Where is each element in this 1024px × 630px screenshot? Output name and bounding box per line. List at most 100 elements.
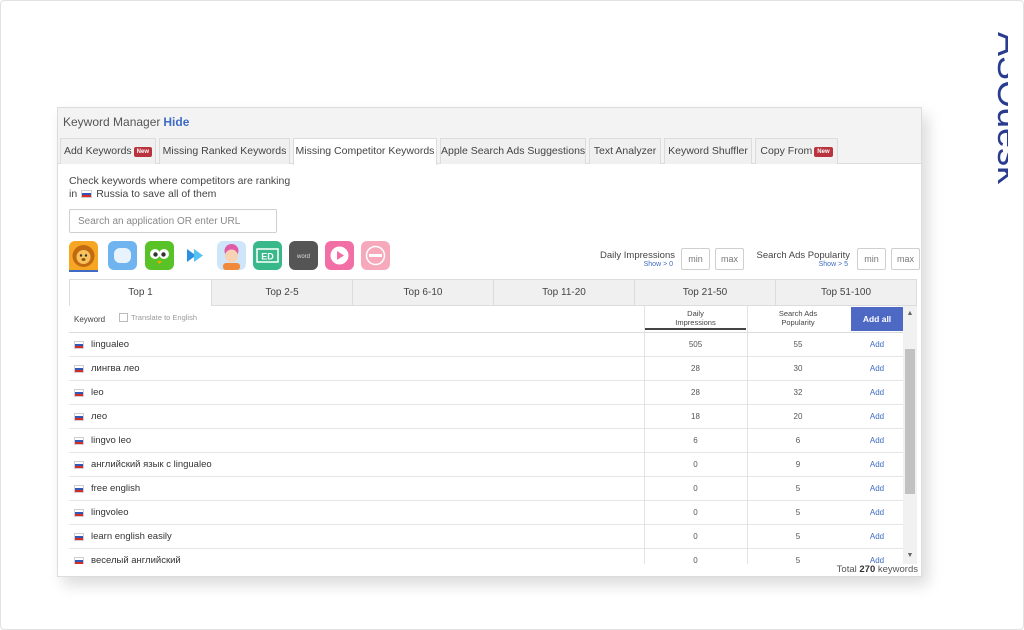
russia-flag-icon bbox=[74, 389, 84, 397]
keyword-cell: free english bbox=[91, 483, 141, 494]
rank-range-tabs: Top 1 Top 2-5 Top 6-10 Top 11-20 Top 21-… bbox=[69, 279, 917, 307]
keyword-cell: learn english easily bbox=[91, 531, 172, 542]
russia-flag-icon bbox=[81, 190, 93, 198]
add-keyword-link[interactable]: Add bbox=[851, 388, 903, 397]
russia-flag-icon bbox=[74, 533, 84, 541]
daily-impressions-filter-hint[interactable]: Show > 0 bbox=[644, 261, 673, 268]
table-row: free english 0 5 Add bbox=[69, 477, 903, 501]
scroll-down-arrow-icon[interactable]: ▼ bbox=[903, 550, 917, 562]
table-row: веселый английский 0 5 Add bbox=[69, 549, 903, 564]
search-ads-popularity-min-input[interactable] bbox=[857, 248, 886, 270]
scroll-up-arrow-icon[interactable]: ▲ bbox=[903, 308, 917, 320]
table-row: learn english easily 0 5 Add bbox=[69, 525, 903, 549]
keyword-manager-panel: Keyword Manager Hide Add Keywords New Miss… bbox=[57, 107, 922, 577]
popularity-cell: 5 bbox=[795, 556, 801, 564]
russia-flag-icon bbox=[74, 461, 84, 469]
add-keyword-link[interactable]: Add bbox=[851, 532, 903, 541]
scrollbar-thumb[interactable] bbox=[905, 349, 915, 494]
add-keyword-link[interactable]: Add bbox=[851, 484, 903, 493]
add-keyword-link[interactable]: Add bbox=[851, 364, 903, 373]
tab-apple-search-ads-suggestions[interactable]: Apple Search Ads Suggestions bbox=[440, 138, 586, 164]
blue-bubble-app-icon[interactable] bbox=[108, 241, 137, 270]
daily-impressions-max-input[interactable] bbox=[715, 248, 744, 270]
tab-top-11-20[interactable]: Top 11-20 bbox=[493, 280, 634, 306]
svg-text:ED: ED bbox=[261, 252, 274, 262]
hide-link[interactable]: Hide bbox=[163, 115, 189, 129]
add-keyword-link[interactable]: Add bbox=[851, 508, 903, 517]
ed-app-icon[interactable]: ED bbox=[253, 241, 282, 270]
popularity-cell: 5 bbox=[795, 484, 801, 493]
add-keyword-link[interactable]: Add bbox=[851, 556, 903, 564]
owl-app-icon[interactable] bbox=[145, 241, 174, 270]
tab-top-51-100[interactable]: Top 51-100 bbox=[775, 280, 916, 306]
daily-impressions-cell: 0 bbox=[693, 556, 698, 564]
new-badge: New bbox=[814, 147, 833, 157]
tab-top-2-5[interactable]: Top 2-5 bbox=[211, 280, 352, 306]
table-header: Keyword Translate to English Daily Impre… bbox=[69, 306, 903, 333]
tool-tabs: Add Keywords New Missing Ranked Keywords … bbox=[58, 138, 921, 165]
search-ads-popularity-filter-hint[interactable]: Show > 5 bbox=[819, 261, 848, 268]
search-ads-popularity-column-header[interactable]: Search Ads Popularity bbox=[747, 309, 849, 327]
keyword-column-header[interactable]: Keyword bbox=[74, 315, 105, 324]
table-row: lingvo leo 6 6 Add bbox=[69, 429, 903, 453]
add-all-button[interactable]: Add all bbox=[851, 307, 903, 331]
keyword-cell: leo bbox=[91, 387, 104, 398]
daily-impressions-cell: 0 bbox=[693, 460, 698, 469]
help-text: Check keywords where competitors are ran… bbox=[69, 175, 291, 200]
tab-text-analyzer[interactable]: Text Analyzer bbox=[589, 138, 661, 164]
keyword-cell: lingvoleo bbox=[91, 507, 129, 518]
table-row: английский язык с lingualeo 0 9 Add bbox=[69, 453, 903, 477]
daily-impressions-cell: 0 bbox=[693, 532, 698, 541]
keyword-table-body: lingualeo 505 55 Add лингва лео 28 30 Add leo 2… bbox=[69, 333, 903, 564]
daily-impressions-column-header[interactable]: Daily Impressions bbox=[645, 309, 746, 330]
table-scrollbar[interactable]: ▲ ▼ bbox=[903, 306, 917, 564]
popularity-cell: 5 bbox=[795, 532, 801, 541]
tab-top-21-50[interactable]: Top 21-50 bbox=[634, 280, 775, 306]
popularity-cell: 32 bbox=[793, 388, 803, 397]
app-search-input[interactable] bbox=[69, 209, 277, 233]
russia-flag-icon bbox=[74, 557, 84, 564]
daily-impressions-min-input[interactable] bbox=[681, 248, 710, 270]
daily-impressions-cell: 0 bbox=[693, 508, 698, 517]
popularity-cell: 6 bbox=[795, 436, 801, 445]
search-ads-popularity-max-input[interactable] bbox=[891, 248, 920, 270]
russia-flag-icon bbox=[74, 485, 84, 493]
popularity-cell: 55 bbox=[793, 340, 803, 349]
table-row: lingvoleo 0 5 Add bbox=[69, 501, 903, 525]
add-keyword-link[interactable]: Add bbox=[851, 340, 903, 349]
daily-impressions-cell: 18 bbox=[691, 412, 700, 421]
keyword-cell: лингва лео bbox=[91, 363, 140, 374]
tab-missing-ranked-keywords[interactable]: Missing Ranked Keywords bbox=[159, 138, 290, 164]
svg-text:word: word bbox=[296, 254, 310, 260]
popularity-cell: 30 bbox=[793, 364, 803, 373]
asodesk-logo-text: ASOdesk bbox=[990, 32, 1008, 185]
tab-missing-competitor-keywords[interactable]: Missing Competitor Keywords bbox=[293, 138, 437, 165]
daily-impressions-cell: 0 bbox=[693, 484, 698, 493]
keyword-cell: лео bbox=[91, 411, 108, 422]
play-arrows-app-icon[interactable] bbox=[181, 241, 210, 270]
add-keyword-link[interactable]: Add bbox=[851, 436, 903, 445]
tab-keyword-shuffler[interactable]: Keyword Shuffler bbox=[664, 138, 752, 164]
new-badge: New bbox=[133, 147, 153, 157]
tab-top-1[interactable]: Top 1 bbox=[70, 280, 211, 307]
table-row: leo 28 32 Add bbox=[69, 381, 903, 405]
russia-flag-icon bbox=[74, 413, 84, 421]
pink-badge-app-icon[interactable] bbox=[361, 241, 390, 270]
pink-play-app-icon[interactable] bbox=[325, 241, 354, 270]
add-keyword-link[interactable]: Add bbox=[851, 460, 903, 469]
tab-copy-from[interactable]: Copy From New bbox=[755, 138, 838, 164]
table-row: лингва лео 28 30 Add bbox=[69, 357, 903, 381]
russia-flag-icon bbox=[74, 509, 84, 517]
tab-top-6-10[interactable]: Top 6-10 bbox=[352, 280, 493, 306]
popularity-cell: 9 bbox=[795, 460, 801, 469]
lion-app-icon[interactable] bbox=[69, 241, 98, 272]
keyword-cell: lingualeo bbox=[91, 339, 130, 350]
daily-impressions-cell: 6 bbox=[693, 436, 698, 445]
translate-label: Translate to English bbox=[131, 313, 198, 322]
translate-checkbox[interactable] bbox=[119, 313, 128, 322]
girl-app-icon[interactable] bbox=[217, 241, 246, 270]
keyword-cell: lingvo leo bbox=[91, 435, 132, 446]
word-app-icon[interactable]: word bbox=[289, 241, 318, 270]
add-keyword-link[interactable]: Add bbox=[851, 412, 903, 421]
tab-add-keywords[interactable]: Add Keywords New bbox=[60, 138, 156, 164]
